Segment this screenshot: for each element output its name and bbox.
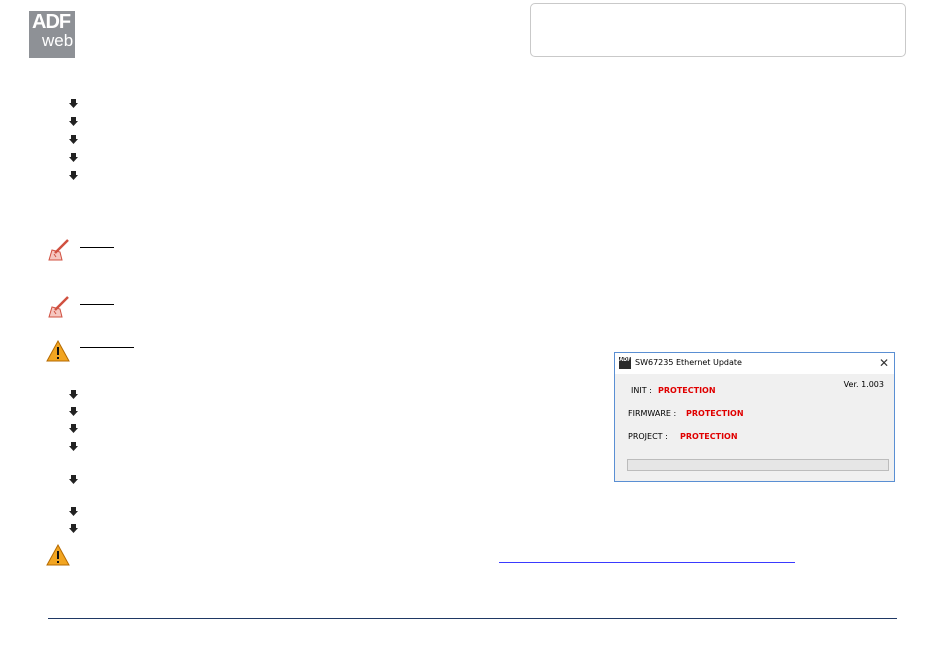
- dialog-title: SW67235 Ethernet Update: [635, 358, 742, 367]
- dialog-titlebar: ADF SW67235 Ethernet Update ✕: [615, 353, 894, 374]
- arrow-bullet-icon: [69, 424, 78, 433]
- app-logo-icon: ADF: [619, 357, 631, 369]
- manual-page: ADF web ADF SW67235 Ethernet Update ✕ Ve…: [0, 0, 950, 659]
- firmware-label: FIRMWARE :: [628, 409, 677, 418]
- ethernet-update-dialog: ADF SW67235 Ethernet Update ✕ Ver. 1.003…: [614, 352, 895, 482]
- arrow-bullet-icon: [69, 153, 78, 162]
- init-status: PROTECTION: [658, 386, 716, 395]
- adfweb-logo: ADF web: [29, 11, 75, 58]
- arrow-bullet-icon: [69, 99, 78, 108]
- project-status: PROTECTION: [680, 432, 738, 441]
- arrow-bullet-icon: [69, 390, 78, 399]
- app-icon-text: ADF: [619, 357, 631, 363]
- arrow-bullet-icon: [69, 524, 78, 533]
- arrow-bullet-icon: [69, 507, 78, 516]
- arrow-bullet-icon: [69, 475, 78, 484]
- note-heading-underline: [80, 304, 114, 305]
- hyperlink-underline[interactable]: [499, 562, 795, 563]
- warning-heading-underline: [80, 347, 134, 348]
- firmware-status: PROTECTION: [686, 409, 744, 418]
- arrow-bullet-icon: [69, 442, 78, 451]
- note-pencil-icon: [48, 296, 69, 318]
- init-label: INIT :: [631, 386, 652, 395]
- note-pencil-icon: [48, 239, 69, 261]
- logo-text-adf: ADF: [32, 11, 71, 33]
- warning-triangle-icon: [46, 340, 70, 362]
- arrow-bullet-icon: [69, 171, 78, 180]
- close-icon[interactable]: ✕: [879, 356, 889, 370]
- version-label: Ver. 1.003: [843, 380, 884, 389]
- warning-triangle-icon: [46, 544, 70, 566]
- note-heading-underline: [80, 247, 114, 248]
- header-title-box: [530, 3, 906, 57]
- arrow-bullet-icon: [69, 407, 78, 416]
- footer-divider: [48, 618, 897, 619]
- logo-text-web: web: [42, 31, 74, 50]
- arrow-bullet-icon: [69, 135, 78, 144]
- update-progress-bar: [627, 459, 889, 471]
- project-label: PROJECT :: [628, 432, 668, 441]
- arrow-bullet-icon: [69, 117, 78, 126]
